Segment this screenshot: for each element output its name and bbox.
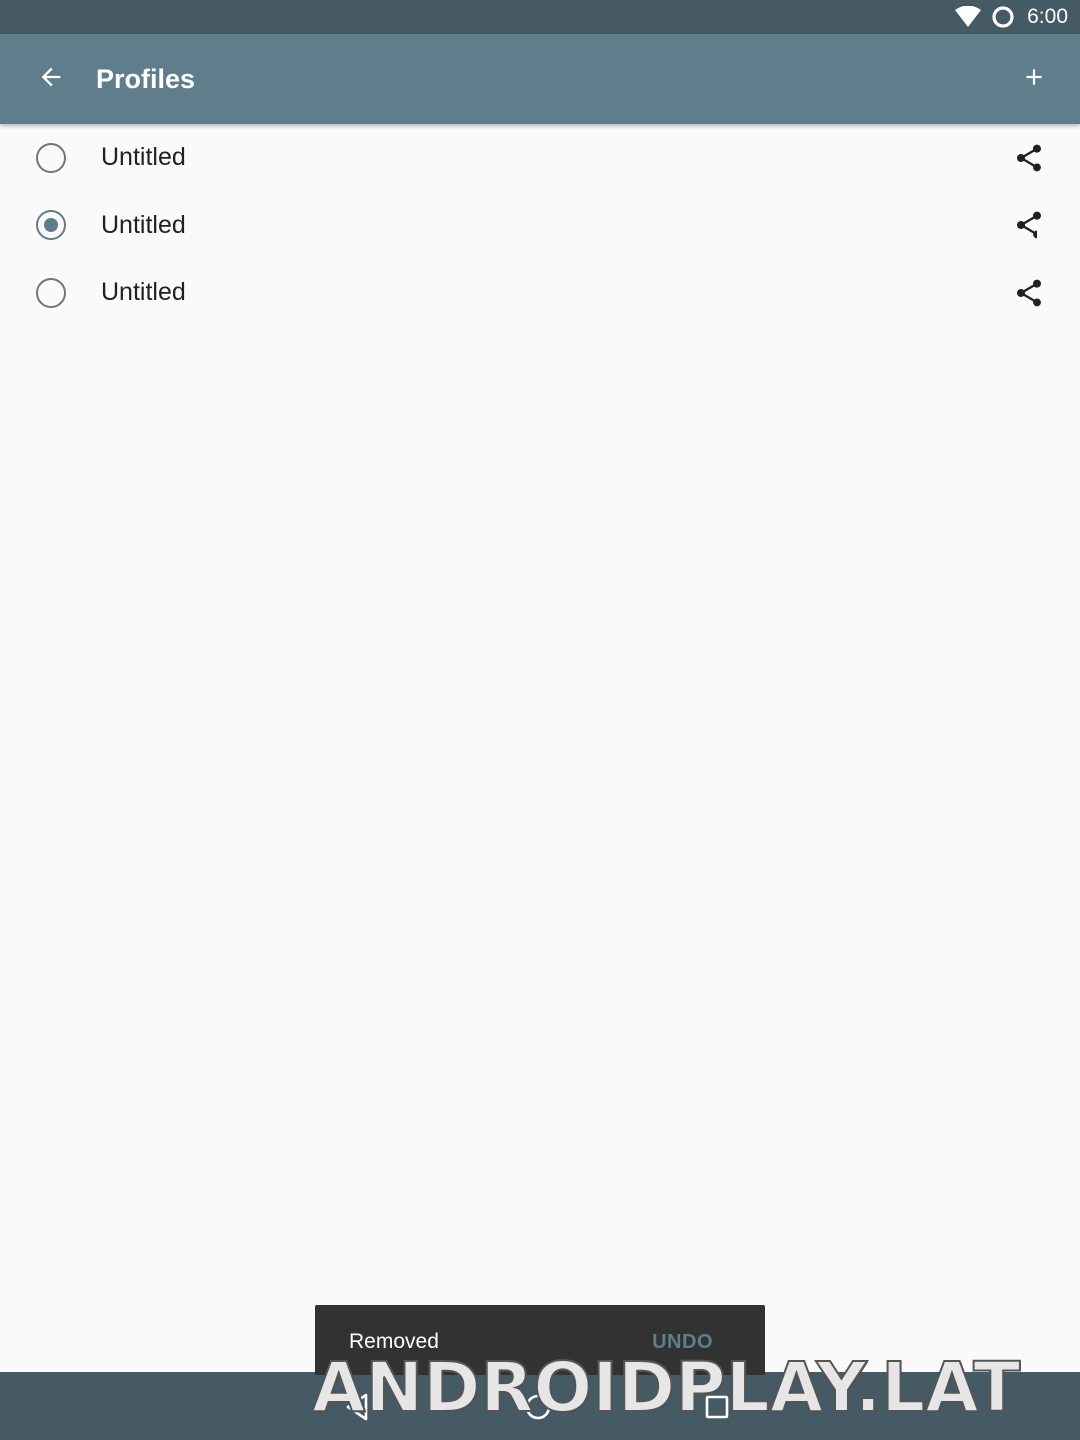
share-icon: [1017, 279, 1041, 306]
list-item[interactable]: Untitled: [0, 259, 1080, 327]
share-button[interactable]: [1004, 268, 1054, 318]
app-toolbar: Profiles: [0, 34, 1080, 124]
profile-radio-selected[interactable]: [36, 210, 66, 241]
arrow-back-icon: [37, 63, 65, 96]
profile-radio[interactable]: [36, 277, 66, 308]
share-button[interactable]: [1004, 133, 1054, 183]
watermark-text: ANDROIDPLAY.LAT: [311, 1347, 1021, 1429]
profile-radio[interactable]: [36, 142, 66, 173]
status-time: 6:00: [1027, 5, 1068, 28]
share-button[interactable]: [1004, 200, 1054, 250]
list-item[interactable]: Untitled: [0, 124, 1080, 192]
wifi-icon: [955, 6, 982, 28]
add-profile-button[interactable]: [1004, 49, 1064, 109]
plus-icon: [1021, 64, 1047, 95]
profile-list: Untitled Untitled Untitled: [0, 124, 1080, 327]
list-item[interactable]: Untitled: [0, 192, 1080, 260]
sync-circle-icon: [991, 5, 1015, 29]
back-button[interactable]: [21, 49, 81, 109]
profile-label: Untitled: [101, 143, 186, 172]
status-bar: 6:00: [0, 0, 1080, 34]
page-title: Profiles: [96, 63, 196, 94]
profile-label: Untitled: [101, 278, 186, 307]
profile-label: Untitled: [101, 210, 186, 239]
profiles-screen: 6:00 Profiles Untitled Untitled Untitled…: [0, 0, 1080, 1440]
share-icon: [1017, 211, 1041, 239]
share-icon: [1017, 144, 1041, 171]
